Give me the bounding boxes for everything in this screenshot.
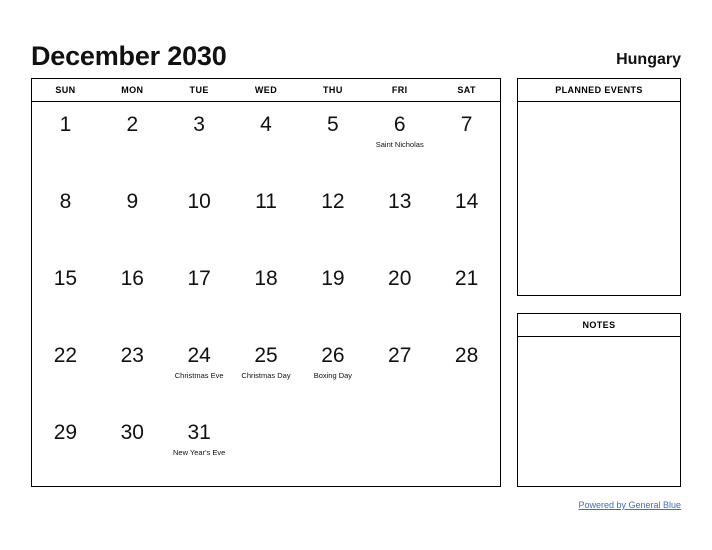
day-cell-12[interactable]: 12 xyxy=(299,179,366,256)
day-number: 21 xyxy=(454,267,479,290)
day-cell-4[interactable]: 4 xyxy=(233,102,300,179)
day-cell-6[interactable]: 6 Saint Nicholas xyxy=(366,102,433,179)
day-cell-16[interactable]: 16 xyxy=(99,256,166,333)
day-number: 9 xyxy=(126,190,139,213)
weekday-header-thu: THU xyxy=(323,85,343,95)
day-cell-26[interactable]: 26 Boxing Day xyxy=(299,333,366,410)
day-cell-7[interactable]: 7 xyxy=(433,102,500,179)
calendar-page: December 2030 Hungary SUN MON TUE WED THU FRI… xyxy=(0,0,712,550)
day-number: 28 xyxy=(454,344,479,367)
calendar-week-row: 29 30 31 New Year's Eve xyxy=(32,410,500,487)
day-cell-18[interactable]: 18 xyxy=(233,256,300,333)
calendar-week-row: 8 9 10 11 12 13 14 xyxy=(32,179,500,256)
planned-events-title: PLANNED EVENTS xyxy=(518,79,680,102)
day-number: 7 xyxy=(460,113,473,136)
day-number: 23 xyxy=(120,344,144,367)
weekday-header-sat: SAT xyxy=(457,85,476,95)
day-cell-8[interactable]: 8 xyxy=(32,179,99,256)
footer: Powered by General Blue xyxy=(517,495,681,513)
day-event-label: Saint Nicholas xyxy=(375,140,424,149)
day-cell-13[interactable]: 13 xyxy=(366,179,433,256)
day-cell-empty xyxy=(433,410,500,487)
day-cell-23[interactable]: 23 xyxy=(99,333,166,410)
day-number: 2 xyxy=(126,113,139,136)
day-number: 12 xyxy=(321,190,345,213)
day-cell-17[interactable]: 17 xyxy=(166,256,233,333)
calendar-week-row: 15 16 17 18 19 20 21 xyxy=(32,256,500,333)
day-event-label: Christmas Eve xyxy=(174,371,224,380)
planned-events-body[interactable] xyxy=(518,102,680,296)
day-cell-28[interactable]: 28 xyxy=(433,333,500,410)
day-number: 30 xyxy=(120,421,144,444)
day-cell-1[interactable]: 1 xyxy=(32,102,99,179)
day-cell-22[interactable]: 22 xyxy=(32,333,99,410)
powered-by-link[interactable]: Powered by General Blue xyxy=(578,500,681,510)
day-cell-5[interactable]: 5 xyxy=(299,102,366,179)
page-title: December 2030 xyxy=(31,41,227,71)
day-cell-2[interactable]: 2 xyxy=(99,102,166,179)
day-number: 4 xyxy=(260,113,272,136)
day-number: 16 xyxy=(120,267,144,290)
day-cell-27[interactable]: 27 xyxy=(366,333,433,410)
day-cell-14[interactable]: 14 xyxy=(433,179,500,256)
day-cell-30[interactable]: 30 xyxy=(99,410,166,487)
day-cell-15[interactable]: 15 xyxy=(32,256,99,333)
day-number: 27 xyxy=(388,344,412,367)
day-number: 14 xyxy=(454,190,479,213)
day-number: 22 xyxy=(53,344,78,367)
weekday-header-mon: MON xyxy=(121,85,144,95)
day-number: 13 xyxy=(388,190,412,213)
day-cell-9[interactable]: 9 xyxy=(99,179,166,256)
weekday-header-fri: FRI xyxy=(391,85,408,95)
day-number: 3 xyxy=(193,113,205,136)
weekday-header-row: SUN MON TUE WED THU FRI SAT xyxy=(32,79,500,102)
day-cell-empty xyxy=(299,410,366,487)
day-number: 1 xyxy=(59,113,72,136)
day-cell-11[interactable]: 11 xyxy=(233,179,300,256)
day-event-label: Boxing Day xyxy=(313,371,353,380)
day-number: 24 xyxy=(187,344,211,367)
day-cell-29[interactable]: 29 xyxy=(32,410,99,487)
day-number: 10 xyxy=(187,190,211,213)
notes-panel: NOTES xyxy=(517,313,681,487)
day-number: 6 xyxy=(393,113,406,136)
day-cell-3[interactable]: 3 xyxy=(166,102,233,179)
calendar-week-row: 1 2 3 4 5 6 Saint Nicholas 7 xyxy=(32,102,500,179)
weekday-header-wed: WED xyxy=(254,85,278,95)
weekday-header-tue: TUE xyxy=(189,85,209,95)
day-cell-20[interactable]: 20 xyxy=(366,256,433,333)
day-number: 26 xyxy=(321,344,345,367)
notes-title: NOTES xyxy=(518,314,680,337)
day-number: 17 xyxy=(187,267,211,290)
day-cell-25[interactable]: 25 Christmas Day xyxy=(233,333,300,410)
day-cell-empty xyxy=(366,410,433,487)
day-cell-10[interactable]: 10 xyxy=(166,179,233,256)
day-cell-21[interactable]: 21 xyxy=(433,256,500,333)
day-number: 18 xyxy=(254,267,278,290)
day-number: 5 xyxy=(327,113,339,136)
day-number: 20 xyxy=(388,267,412,290)
calendar-week-row: 22 23 24 Christmas Eve 25 Christmas Day 26 Boxi… xyxy=(32,333,500,410)
day-number: 15 xyxy=(53,267,78,290)
day-number: 8 xyxy=(59,190,72,213)
planned-events-panel: PLANNED EVENTS xyxy=(517,78,681,296)
day-number: 11 xyxy=(255,190,277,213)
day-number: 31 xyxy=(187,421,211,444)
day-number: 25 xyxy=(254,344,278,367)
day-cell-19[interactable]: 19 xyxy=(299,256,366,333)
country-label: Hungary xyxy=(616,51,681,68)
day-cell-24[interactable]: 24 Christmas Eve xyxy=(166,333,233,410)
day-cell-31[interactable]: 31 New Year's Eve xyxy=(166,410,233,487)
notes-body[interactable] xyxy=(518,337,680,487)
calendar-grid: SUN MON TUE WED THU FRI SAT 1 2 3 4 5 6 Saint Nichol… xyxy=(31,78,501,487)
day-cell-empty xyxy=(233,410,300,487)
calendar-weeks: 1 2 3 4 5 6 Saint Nicholas 7 8 9 10 11 12 13 14 15 16 17 1… xyxy=(32,102,500,487)
page-header: December 2030 Hungary xyxy=(31,30,681,70)
weekday-header-sun: SUN xyxy=(55,85,76,95)
day-event-label: Christmas Day xyxy=(241,371,291,380)
day-number: 29 xyxy=(53,421,78,444)
day-number: 19 xyxy=(321,267,345,290)
day-event-label: New Year's Eve xyxy=(173,448,226,457)
